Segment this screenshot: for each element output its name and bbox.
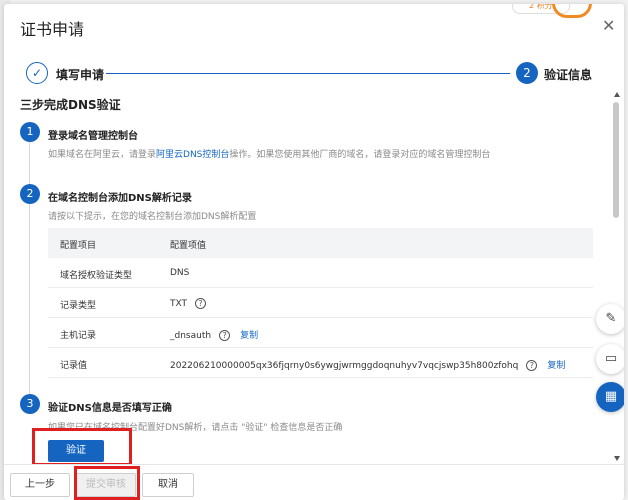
- certificate-dialog: 证书申请 ✕ 2 积分 ✓ 填写申请 2 验证信息 三步完成DNS验证 1 登录…: [4, 4, 624, 500]
- help-icon[interactable]: ?: [526, 360, 538, 371]
- copy-host-button[interactable]: 复制: [240, 331, 258, 341]
- step-2-description: 请按以下提示，在您的域名控制台添加DNS解析配置: [48, 212, 257, 222]
- row-value: DNS: [170, 268, 190, 278]
- step-2-indicator: 2: [516, 62, 538, 84]
- highlight-box: [32, 428, 132, 464]
- step-2-label: 验证信息: [544, 68, 593, 82]
- step-1-label: 填写申请: [56, 68, 105, 82]
- pencil-icon[interactable]: ✎: [596, 304, 624, 334]
- grid-icon[interactable]: ▦: [596, 382, 624, 412]
- step-connector-line: [29, 204, 30, 394]
- chat-icon[interactable]: ▭: [596, 344, 624, 374]
- highlight-box: [74, 466, 140, 500]
- verification-content[interactable]: 三步完成DNS验证 1 登录域名管理控制台 如果域名在阿里云，请登录阿里云DNS…: [4, 90, 624, 464]
- step-number-2: 2: [20, 184, 40, 204]
- row-label: 记录类型: [60, 301, 97, 311]
- step-number-1: 1: [20, 122, 40, 142]
- table-header-row: 配置项目 配置项值: [48, 228, 593, 258]
- table-row: 域名授权验证类型 DNS: [48, 258, 593, 288]
- row-label: 主机记录: [60, 331, 97, 341]
- row-value: TXT?: [170, 298, 207, 309]
- step-2-title: 在域名控制台添加DNS解析记录: [48, 193, 192, 204]
- column-header-item: 配置项目: [60, 241, 97, 251]
- scroll-up-arrow-icon[interactable]: [614, 92, 620, 97]
- step-1-description: 如果域名在阿里云，请登录阿里云DNS控制台操作。如果您使用其他厂商的域名，请登录…: [48, 150, 491, 160]
- cancel-button[interactable]: 取消: [142, 473, 194, 497]
- section-title: 三步完成DNS验证: [20, 98, 121, 112]
- step-connector-line: [29, 142, 30, 186]
- row-value: 202206210000005qx36fjqrny0s6ywgjwrmggdoq…: [170, 360, 566, 371]
- table-row: 主机记录 _dnsauth? 复制: [48, 318, 593, 348]
- scroll-down-arrow-icon[interactable]: [614, 456, 620, 461]
- row-label: 域名授权验证类型: [60, 271, 133, 281]
- copy-record-button[interactable]: 复制: [547, 361, 565, 371]
- help-icon[interactable]: ?: [195, 298, 207, 309]
- table-row: 记录类型 TXT?: [48, 288, 593, 318]
- step-done-check-icon: ✓: [26, 62, 48, 84]
- row-label: 记录值: [60, 361, 88, 371]
- step-connector: [106, 73, 510, 74]
- dialog-title: 证书申请: [20, 20, 85, 39]
- step-1-title: 登录域名管理控制台: [48, 131, 138, 142]
- scrollbar-thumb[interactable]: [613, 102, 619, 218]
- step-3-title: 验证DNS信息是否填写正确: [48, 403, 172, 414]
- close-icon[interactable]: ✕: [602, 16, 615, 35]
- alidns-console-link[interactable]: 阿里云DNS控制台: [156, 150, 229, 160]
- help-icon[interactable]: ?: [219, 330, 231, 341]
- step-number-3: 3: [20, 394, 40, 414]
- table-row: 记录值 202206210000005qx36fjqrny0s6ywgjwrmg…: [48, 348, 593, 378]
- column-header-value: 配置项值: [170, 241, 207, 251]
- row-value: _dnsauth? 复制: [170, 330, 259, 341]
- prev-step-button[interactable]: 上一步: [10, 473, 70, 497]
